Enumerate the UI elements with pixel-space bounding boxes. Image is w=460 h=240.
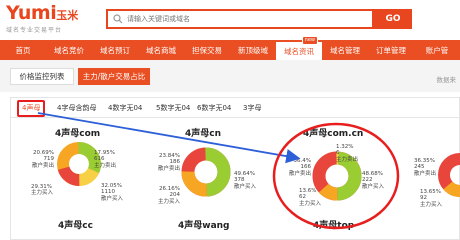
search-box	[106, 9, 374, 29]
chart-title-4-initials-cn: 4声母cn	[185, 129, 222, 139]
nav-account-manage[interactable]: 账户管	[414, 40, 460, 60]
c2-right-labels: 49.64% 378 散户买入	[234, 171, 256, 190]
tab-trade-ratio[interactable]: 主力/散户交易占比	[78, 68, 150, 85]
search-go-button[interactable]: GO	[374, 9, 412, 29]
nav-home-label: 首页	[15, 45, 31, 55]
tab-price-monitor[interactable]: 价格监控列表	[10, 68, 74, 85]
c4-l3: 散户卖出	[414, 170, 437, 177]
chart-title-4-initials-top: 4声母top	[313, 221, 355, 231]
nav-home[interactable]: 首页	[0, 40, 46, 60]
chart-title-4-initials-com: 4声母com	[55, 129, 101, 139]
c3-r3: 散户买入	[362, 183, 385, 190]
c3-left-labels: 36.4% 166 散户卖出	[276, 158, 311, 177]
c2-r3: 散户买入	[234, 183, 257, 190]
sub-tab-bar: 价格监控列表 主力/散户交易占比 数据来	[0, 60, 460, 92]
c1-l5: 主力买入	[31, 190, 54, 197]
category-tabs: 4声母 4字母含韵母 4数字无04 5数字无04 6数字无04 3字母	[11, 98, 460, 118]
c1-r3: 主力卖出	[94, 162, 117, 169]
highlight-box	[17, 100, 45, 117]
nav-order-manage-label: 订单管理	[376, 45, 406, 55]
top-header: Yumi玉米 域名专业交易平台 GO	[0, 0, 460, 40]
data-source-label: 数据来	[436, 76, 457, 84]
nav-auction[interactable]: 域名竞价	[46, 40, 92, 60]
nav-news[interactable]: 域名资讯 new	[276, 36, 322, 60]
logo-text: Yumi	[6, 2, 57, 24]
c2-left-labels: 23.84% 186 散户卖出	[140, 153, 180, 172]
c1-right-bottom: 32.05% 1110 散户买入	[101, 183, 123, 202]
page-root: Yumi玉米 域名专业交易平台 GO 首页 域名竞价 域名预订 域名商城 担保交…	[0, 0, 460, 240]
nav-preorder-label: 域名预订	[100, 45, 130, 55]
chart-title-4-initials-wang: 4声母wang	[178, 221, 230, 231]
c1-l3: 散户卖出	[31, 162, 54, 169]
c1-left-labels: 20.69% 719 散户卖出	[20, 150, 54, 169]
search-icon	[113, 14, 123, 24]
new-badge: new	[301, 36, 318, 45]
search-input[interactable]	[127, 15, 367, 23]
chart-title-4-initials-cc: 4声母cc	[58, 221, 93, 231]
cat-tab-5-digits[interactable]: 5数字无04	[156, 103, 190, 113]
logo-cn-text: 玉米	[56, 9, 79, 22]
c4-left-bottom: 13.65% 92 主力买入	[420, 189, 442, 208]
c3-l6: 主力买入	[299, 200, 322, 207]
nav-escrow[interactable]: 担保交易	[184, 40, 230, 60]
nav-account-manage-label: 账户管	[425, 45, 449, 55]
nav-order-manage[interactable]: 订单管理	[368, 40, 414, 60]
cat-tab-4-letters-finals[interactable]: 4字母含韵母	[57, 103, 96, 113]
c1-r6: 散户买入	[101, 195, 124, 202]
c1-left-bottom: 29.31% 主力买入	[31, 184, 53, 197]
c2-left-bottom: 26.16% 204 主力买入	[140, 186, 180, 205]
c4-left-labels: 36.35% 245 散户卖出	[414, 158, 436, 177]
nav-domain-manage[interactable]: 域名管理	[322, 40, 368, 60]
nav-news-label: 域名资讯	[284, 46, 314, 56]
nav-preorder[interactable]: 域名预订	[92, 40, 138, 60]
chart-title-4-initials-comcn: 4声母com.cn	[303, 129, 364, 139]
c4-l6: 主力买入	[420, 201, 443, 208]
donut-chart-4-initials-cn	[181, 147, 231, 197]
nav-new-tld-label: 新顶级域	[238, 45, 268, 55]
main-nav: 首页 域名竞价 域名预订 域名商城 担保交易 新顶级域 域名资讯 new 域名管…	[0, 36, 460, 60]
nav-escrow-label: 担保交易	[192, 45, 222, 55]
nav-new-tld[interactable]: 新顶级域	[230, 40, 276, 60]
site-logo[interactable]: Yumi玉米	[6, 2, 78, 24]
nav-mall[interactable]: 域名商城	[138, 40, 184, 60]
c2-l3: 散户卖出	[157, 165, 180, 172]
nav-auction-label: 域名竞价	[54, 45, 84, 55]
nav-mall-label: 域名商城	[146, 45, 176, 55]
cat-tab-6-digits[interactable]: 6数字无04	[197, 103, 231, 113]
c3-t3: 主力卖出	[336, 156, 359, 163]
c3-right-labels: 48.68% 222 散户买入	[362, 171, 384, 190]
cat-tab-4-digits[interactable]: 4数字无04	[108, 103, 142, 113]
c3-l3: 散户卖出	[288, 170, 311, 177]
c2-l6: 主力买入	[157, 198, 180, 205]
cat-tab-3-letters[interactable]: 3字母	[243, 103, 261, 113]
c3-top-labels: 1.32% 6 主力卖出	[336, 144, 358, 163]
c1-right-labels: 17.95% 616 主力卖出	[94, 150, 116, 169]
nav-domain-manage-label: 域名管理	[330, 45, 360, 55]
logo-slogan: 域名专业交易平台	[6, 27, 63, 34]
c3-left-bottom: 13.6% 62 主力买入	[299, 188, 321, 207]
